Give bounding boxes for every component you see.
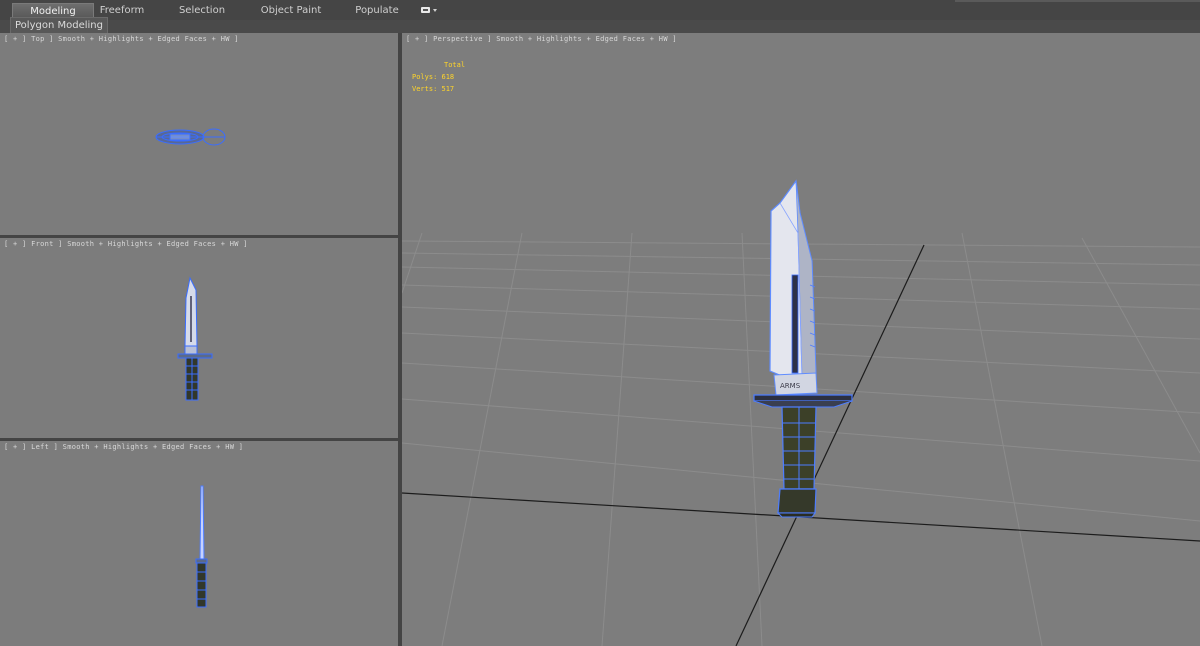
perspective-grid: ARMS (402, 179, 1200, 646)
knife-top-view (155, 128, 226, 146)
knife-perspective: ARMS (753, 179, 853, 518)
viewport-perspective[interactable]: ARMS [ + ] Perspective ] Smooth + Highli… (402, 33, 1200, 646)
panel-options-icon[interactable] (418, 5, 442, 17)
knife-front-shape (177, 276, 213, 401)
knife-left-shape (195, 485, 208, 608)
ribbon-subbar (0, 20, 1200, 33)
ribbon-edge (955, 0, 1200, 2)
knife-front-view (177, 276, 213, 401)
stats-total-header: Total (444, 61, 466, 69)
knife-top-shape (155, 128, 226, 146)
viewport-front[interactable]: [ + ] Front ] Smooth + Highlights + Edge… (0, 238, 398, 438)
tab-populate[interactable]: Populate (352, 3, 402, 19)
polygon-modeling-button[interactable]: Polygon Modeling (10, 17, 108, 34)
stats-verts: Verts: 517 (412, 85, 455, 93)
ribbon-bar: Modeling Freeform Selection Object Paint… (0, 0, 1200, 21)
viewport-top[interactable]: [ + ] Top ] Smooth + Highlights + Edged … (0, 33, 398, 235)
tab-object-paint[interactable]: Object Paint (258, 3, 324, 19)
knife-left-view (195, 485, 208, 608)
viewport-left[interactable]: [ + ] Left ] Smooth + Highlights + Edged… (0, 441, 398, 646)
tab-selection[interactable]: Selection (172, 3, 232, 19)
blade-emblem: ARMS (780, 382, 801, 390)
viewport-perspective-label[interactable]: [ + ] Perspective ] Smooth + Highlights … (406, 35, 677, 43)
stats-polys: Polys: 618 (412, 73, 455, 81)
